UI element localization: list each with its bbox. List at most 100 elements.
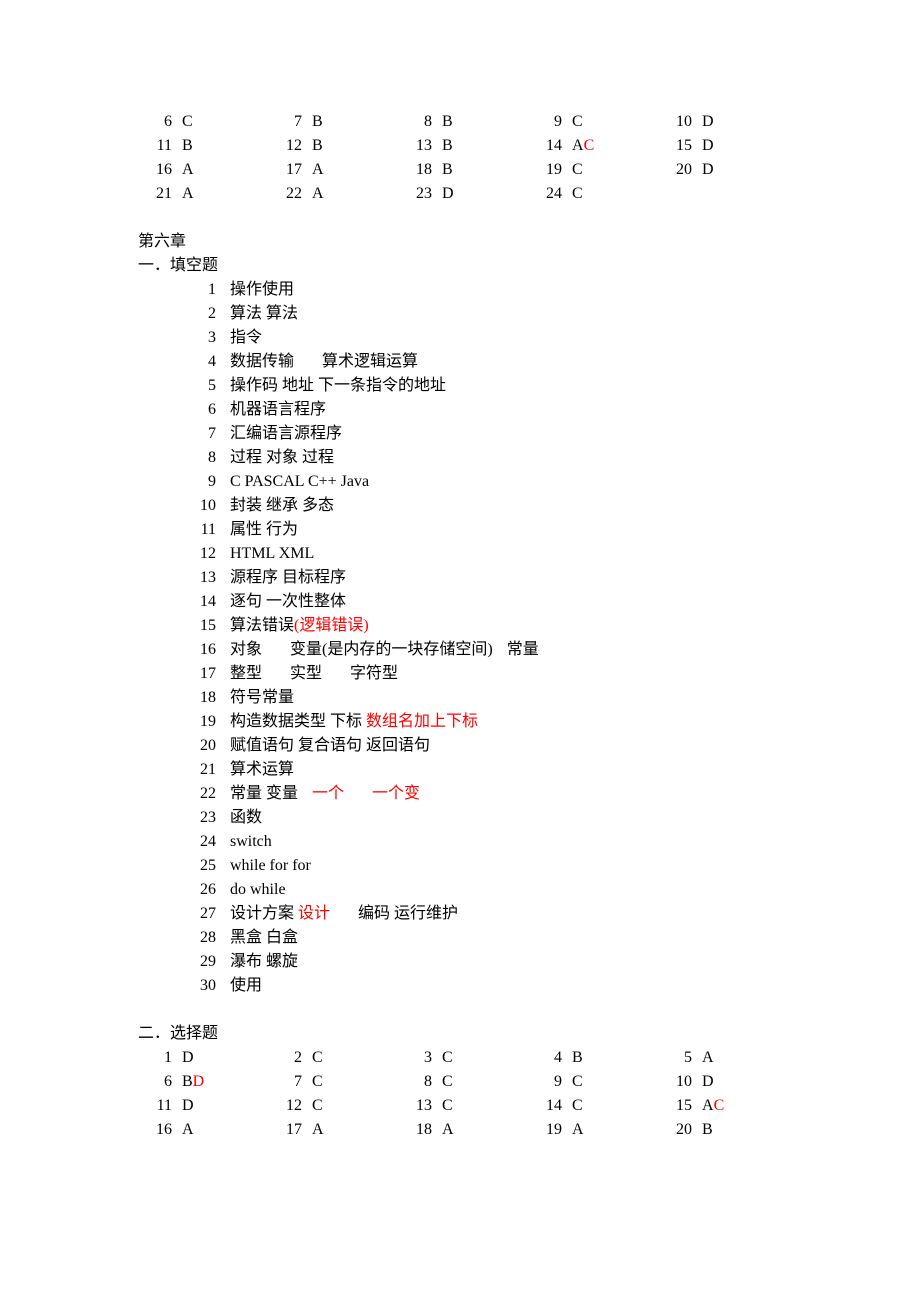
question-number: 22	[268, 182, 312, 206]
answer-text: 函数	[230, 809, 262, 826]
answer-text: switch	[230, 833, 272, 850]
answer-text: 逐句 一次性整体	[230, 593, 346, 610]
answer-letter: D	[702, 158, 714, 182]
answer-letter: C	[572, 158, 583, 182]
answer-text: while for for	[230, 857, 311, 874]
fill-blanks-list: 1操作使用2算法 算法3指令4数据传输算术逻辑运算5操作码 地址 下一条指令的地…	[138, 278, 820, 998]
question-number: 16	[138, 1118, 182, 1142]
answer-text: 机器语言程序	[230, 401, 326, 418]
fill-blank-answer: HTML XML	[230, 542, 820, 566]
question-number: 11	[138, 134, 182, 158]
fill-blank-number: 18	[138, 686, 230, 710]
fill-blank-number: 8	[138, 446, 230, 470]
answer-letter: C	[312, 1046, 323, 1070]
fill-blank-number: 22	[138, 782, 230, 806]
answer-cell: 23D	[398, 182, 528, 206]
question-number: 23	[398, 182, 442, 206]
answer-cell: 21A	[138, 182, 268, 206]
fill-blank-number: 26	[138, 878, 230, 902]
question-number: 17	[268, 158, 312, 182]
fill-blank-answer: do while	[230, 878, 820, 902]
answer-text: 封装 继承 多态	[230, 497, 334, 514]
answer-letter: B	[442, 134, 453, 158]
answer-cell: 5A	[658, 1046, 788, 1070]
fill-blank-answer: 算法 算法	[230, 302, 820, 326]
answer-cell: 13C	[398, 1094, 528, 1118]
fill-blank-number: 6	[138, 398, 230, 422]
answer-text: 汇编语言源程序	[230, 425, 342, 442]
question-number: 9	[528, 1070, 572, 1094]
question-number: 21	[138, 182, 182, 206]
fill-blank-answer: 封装 继承 多态	[230, 494, 820, 518]
question-number: 15	[658, 1094, 702, 1118]
answer-cell: 19A	[528, 1118, 658, 1142]
question-number: 19	[528, 158, 572, 182]
answer-text: 属性 行为	[230, 521, 298, 538]
answer-text: 算法错误	[230, 617, 294, 634]
answer-correction: C	[584, 134, 595, 158]
fill-blank-number: 20	[138, 734, 230, 758]
answer-row: 1D2C3C4B5A	[138, 1046, 820, 1070]
answer-text: 整型	[230, 665, 262, 682]
question-number: 20	[658, 158, 702, 182]
answer-cell: 15A C	[658, 1094, 788, 1118]
question-number: 15	[658, 134, 702, 158]
answer-cell: 16A	[138, 158, 268, 182]
fill-blank-row: 28黑盒 白盒	[138, 926, 820, 950]
fill-blank-row: 7汇编语言源程序	[138, 422, 820, 446]
fill-blank-number: 11	[138, 518, 230, 542]
answer-cell: 16A	[138, 1118, 268, 1142]
answer-text: 符号常量	[230, 689, 294, 706]
answer-cell: 17A	[268, 158, 398, 182]
fill-blank-row: 23函数	[138, 806, 820, 830]
answer-correction: C	[714, 1094, 725, 1118]
fill-blank-row: 14逐句 一次性整体	[138, 590, 820, 614]
question-number: 6	[138, 110, 182, 134]
answer-row: 16A17A18A19A20B	[138, 1118, 820, 1142]
fill-blank-row: 9C PASCAL C++ Java	[138, 470, 820, 494]
question-number: 8	[398, 1070, 442, 1094]
fill-blank-answer: 符号常量	[230, 686, 820, 710]
answer-letter: B	[182, 1070, 193, 1094]
fill-blank-row: 13源程序 目标程序	[138, 566, 820, 590]
fill-blank-number: 2	[138, 302, 230, 326]
fill-blank-answer: 机器语言程序	[230, 398, 820, 422]
answer-letter: B	[572, 1046, 583, 1070]
answer-letter: A	[312, 182, 324, 206]
answer-cell: 14A C	[528, 134, 658, 158]
fill-blank-row: 17整型实型字符型	[138, 662, 820, 686]
fill-blank-number: 10	[138, 494, 230, 518]
fill-blank-number: 28	[138, 926, 230, 950]
answer-cell: 22A	[268, 182, 398, 206]
fill-blank-answer: 黑盒 白盒	[230, 926, 820, 950]
fill-blank-number: 15	[138, 614, 230, 638]
fill-blank-number: 5	[138, 374, 230, 398]
answer-letter: D	[702, 110, 714, 134]
answer-text: 黑盒 白盒	[230, 929, 298, 946]
answer-text: 算术运算	[230, 761, 294, 778]
answer-cell: 11B	[138, 134, 268, 158]
question-number: 3	[398, 1046, 442, 1070]
answer-letter: A	[572, 1118, 584, 1142]
fill-blank-number: 29	[138, 950, 230, 974]
fill-blank-answer: 算法错误(逻辑错误)	[230, 614, 820, 638]
question-number: 2	[268, 1046, 312, 1070]
answer-letter: D	[702, 134, 714, 158]
question-number: 1	[138, 1046, 182, 1070]
answer-cell: 11D	[138, 1094, 268, 1118]
answer-letter: A	[312, 158, 324, 182]
fill-blank-row: 19构造数据类型 下标 数组名加上下标	[138, 710, 820, 734]
fill-blank-answer: C PASCAL C++ Java	[230, 470, 820, 494]
answer-cell: 4B	[528, 1046, 658, 1070]
answer-text: 过程 对象 过程	[230, 449, 334, 466]
fill-blank-answer: 算术运算	[230, 758, 820, 782]
answer-letter: C	[442, 1046, 453, 1070]
fill-blank-number: 21	[138, 758, 230, 782]
answer-letter: D	[442, 182, 454, 206]
fill-blank-row: 27设计方案 设计编码 运行维护	[138, 902, 820, 926]
answer-row: 21A22A23D24C	[138, 182, 820, 206]
fill-blank-number: 12	[138, 542, 230, 566]
answer-cell: 6B D	[138, 1070, 268, 1094]
fill-blank-number: 3	[138, 326, 230, 350]
answer-cell: 8C	[398, 1070, 528, 1094]
